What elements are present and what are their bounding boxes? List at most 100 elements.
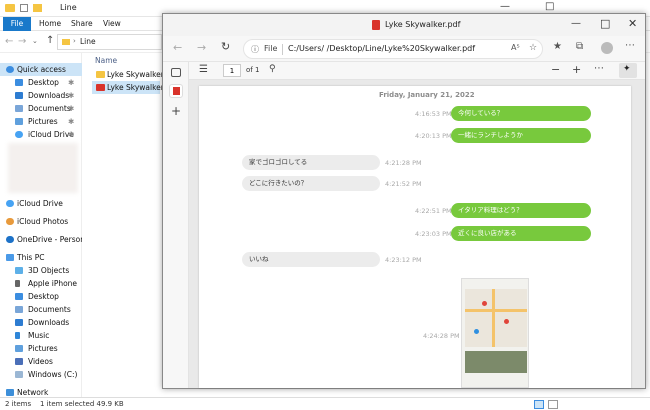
contents-icon[interactable]: ☰ bbox=[199, 64, 208, 75]
pin-icon: ✱ bbox=[68, 117, 75, 126]
folder-icon bbox=[5, 4, 15, 12]
edge-toolbar: ← → ↻ ⓘ File C:/Users/ /Desktop/Line/Lyk… bbox=[163, 36, 645, 62]
nav-desktop-pinned[interactable]: Desktop ✱ bbox=[0, 76, 82, 89]
maximize-button[interactable]: □ bbox=[600, 17, 610, 30]
large-icons-view-icon[interactable] bbox=[548, 400, 558, 409]
ribbon-tab-view[interactable]: View bbox=[98, 17, 126, 31]
nav-3d-objects[interactable]: 3D Objects bbox=[0, 264, 82, 277]
nav-desktop[interactable]: Desktop bbox=[0, 290, 82, 303]
more-options-icon[interactable]: ⋯ bbox=[625, 40, 635, 51]
nav-windows-c[interactable]: Windows (C:) bbox=[0, 368, 82, 381]
nav-apple-iphone[interactable]: Apple iPhone bbox=[0, 277, 82, 290]
pin-icon: ✦ bbox=[623, 64, 631, 74]
map-road bbox=[465, 309, 527, 312]
chevron-down-icon[interactable]: ⌄ bbox=[32, 37, 38, 45]
new-tab-icon[interactable]: + bbox=[171, 104, 181, 118]
up-arrow-icon[interactable]: ↑ bbox=[46, 35, 54, 46]
pin-icon: ✱ bbox=[68, 91, 75, 100]
nav-videos[interactable]: Videos bbox=[0, 355, 82, 368]
tab-title[interactable]: Lyke Skywalker.pdf bbox=[385, 20, 460, 29]
minimize-button[interactable]: — bbox=[500, 1, 510, 12]
forward-arrow-icon[interactable]: → bbox=[197, 41, 206, 54]
ribbon-tab-share[interactable]: Share bbox=[66, 17, 98, 31]
message-time: 4:16:53 PM bbox=[415, 110, 452, 118]
zoom-out-icon[interactable]: − bbox=[551, 63, 560, 76]
nav-downloads-pinned[interactable]: Downloads ✱ bbox=[0, 89, 82, 102]
chat-bubble-received: 家でゴロゴロしてる bbox=[242, 155, 380, 170]
back-arrow-icon[interactable]: ← bbox=[173, 41, 182, 54]
onedrive-icon bbox=[6, 236, 14, 243]
properties-icon[interactable] bbox=[20, 4, 28, 12]
drive-icon bbox=[15, 371, 23, 378]
tab-actions-icon[interactable] bbox=[171, 68, 181, 77]
documents-icon bbox=[15, 105, 23, 112]
cloud-icon bbox=[6, 200, 14, 207]
file-name: Lyke Skywalker bbox=[107, 83, 164, 92]
status-selection: 1 item selected 49.9 KB bbox=[40, 400, 124, 408]
pin-toolbar-button[interactable]: ✦ bbox=[619, 63, 637, 78]
message-time: 4:23:03 PM bbox=[415, 230, 452, 238]
file-row-folder[interactable]: Lyke Skywalker bbox=[92, 68, 164, 81]
search-icon[interactable]: ⚲ bbox=[269, 64, 276, 74]
pdf-tab-icon[interactable] bbox=[169, 84, 183, 98]
ribbon-tab-file[interactable]: File bbox=[3, 17, 31, 31]
new-folder-icon[interactable] bbox=[33, 4, 42, 12]
chat-image-map-screenshot bbox=[461, 278, 529, 388]
minimize-button[interactable]: — bbox=[571, 18, 581, 29]
nav-icloud-drive-pinned[interactable]: iCloud Drive ✱ bbox=[0, 128, 82, 141]
edge-title-bar: Lyke Skywalker.pdf — □ ✕ bbox=[163, 14, 645, 36]
details-view-icon[interactable] bbox=[534, 400, 544, 409]
cube-icon bbox=[15, 267, 23, 274]
more-options-icon[interactable]: ⋯ bbox=[594, 63, 604, 74]
url-divider bbox=[282, 44, 283, 55]
nav-quick-access[interactable]: Quick access bbox=[0, 63, 82, 76]
page-number-input[interactable]: 1 bbox=[223, 64, 241, 77]
column-header-name[interactable]: Name bbox=[95, 56, 117, 65]
zoom-in-icon[interactable]: + bbox=[572, 63, 581, 76]
page-total: of 1 bbox=[246, 66, 260, 74]
nav-pictures[interactable]: Pictures bbox=[0, 342, 82, 355]
favorite-star-icon[interactable]: ☆ bbox=[529, 43, 537, 53]
music-icon bbox=[15, 332, 20, 339]
file-row-pdf[interactable]: Lyke Skywalker bbox=[92, 81, 164, 94]
nav-documents[interactable]: Documents bbox=[0, 303, 82, 316]
star-icon bbox=[6, 66, 14, 73]
maximize-button[interactable]: □ bbox=[545, 1, 554, 12]
pdf-viewport[interactable]: Friday, January 21, 2022 4:16:53 PM 今何して… bbox=[189, 80, 645, 388]
info-icon: ⓘ bbox=[251, 45, 259, 54]
chat-bubble-sent: 一緒にランチしようか bbox=[451, 128, 591, 143]
nav-icloud-drive[interactable]: iCloud Drive bbox=[0, 197, 82, 210]
nav-music[interactable]: Music bbox=[0, 329, 82, 342]
nav-downloads[interactable]: Downloads bbox=[0, 316, 82, 329]
message-time: 4:21:52 PM bbox=[385, 180, 422, 188]
chat-bubble-received: いいね bbox=[242, 252, 380, 267]
map-pin-icon bbox=[482, 301, 487, 306]
profile-avatar[interactable] bbox=[601, 42, 613, 54]
collections-icon[interactable]: ⧉ bbox=[576, 41, 583, 52]
nav-this-pc[interactable]: This PC bbox=[0, 251, 82, 264]
documents-icon bbox=[15, 306, 23, 313]
nav-pictures-pinned[interactable]: Pictures ✱ bbox=[0, 115, 82, 128]
close-button[interactable]: ✕ bbox=[628, 17, 637, 30]
forward-arrow-icon[interactable]: → bbox=[18, 36, 26, 47]
pc-icon bbox=[6, 254, 14, 261]
url-bar[interactable]: ⓘ File C:/Users/ /Desktop/Line/Lyke%20Sk… bbox=[243, 39, 543, 59]
address-bar[interactable]: › Line bbox=[57, 34, 162, 50]
download-icon bbox=[15, 92, 23, 99]
url-text: C:/Users/ /Desktop/Line/Lyke%20Skywalker… bbox=[288, 44, 476, 53]
nav-onedrive[interactable]: OneDrive - Person bbox=[0, 233, 82, 246]
nav-icloud-photos[interactable]: iCloud Photos bbox=[0, 215, 82, 228]
desktop-icon bbox=[15, 79, 23, 86]
refresh-icon[interactable]: ↻ bbox=[221, 40, 230, 53]
chat-bubble-sent: 今何している？ bbox=[451, 106, 591, 121]
nav-documents-pinned[interactable]: Documents ✱ bbox=[0, 102, 82, 115]
map-image bbox=[465, 289, 527, 347]
cloud-icon bbox=[15, 131, 23, 138]
back-arrow-icon[interactable]: ← bbox=[5, 36, 13, 47]
ribbon-tab-home[interactable]: Home bbox=[34, 17, 66, 31]
zoom-icon[interactable]: A⁵ bbox=[511, 43, 520, 52]
url-scheme: File bbox=[264, 44, 278, 53]
desktop-icon bbox=[15, 293, 23, 300]
download-icon bbox=[15, 319, 23, 326]
favorites-icon[interactable]: ★ bbox=[553, 41, 562, 52]
